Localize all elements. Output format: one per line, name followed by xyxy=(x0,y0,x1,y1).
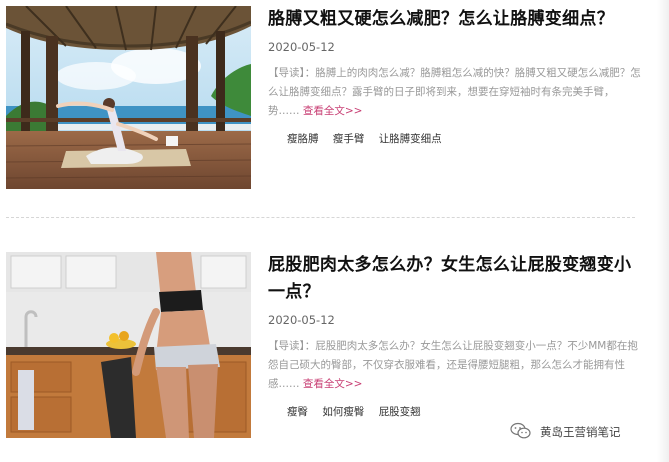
watermark: 黄岛王营销笔记 xyxy=(510,421,621,443)
article-summary-1: 【导读】：胳膊上的肉肉怎么减？胳膊粗怎么减的快？胳膊又粗又硬怎么减肥？怎么让胳膊… xyxy=(268,64,643,121)
page-edge-shadow xyxy=(657,0,669,462)
article-title-1[interactable]: 胳膊又粗又硬怎么减肥？怎么让胳膊变细点？ xyxy=(268,6,643,33)
article-title-2[interactable]: 屁股肥肉太多怎么办？女生怎么让屁股变翘变小一点？ xyxy=(268,252,643,306)
tag-link[interactable]: 瘦手臂 xyxy=(333,133,365,145)
read-more-link-1[interactable]: 查看全文>> xyxy=(303,105,363,117)
watermark-text: 黄岛王营销笔记 xyxy=(540,425,621,439)
tag-link[interactable]: 让胳膊变细点 xyxy=(379,133,442,145)
article-date-1: 2020-05-12 xyxy=(268,40,335,54)
article-divider xyxy=(6,217,635,218)
tag-link[interactable]: 瘦臀 xyxy=(287,406,308,418)
tag-link[interactable]: 瘦胳膊 xyxy=(287,133,319,145)
article-content-2: 屁股肥肉太多怎么办？女生怎么让屁股变翘变小一点？ 2020-05-12 【导读】… xyxy=(268,252,643,419)
kitchen-woman-image xyxy=(6,252,251,438)
read-more-link-2[interactable]: 查看全文>> xyxy=(303,378,363,390)
yoga-beach-image xyxy=(6,6,251,189)
article-thumbnail-1[interactable] xyxy=(6,6,251,189)
summary-lead: 【导读】： xyxy=(268,340,316,352)
article-date-2: 2020-05-12 xyxy=(268,313,335,327)
article-summary-2: 【导读】：屁股肥肉太多怎么办？女生怎么让屁股变翘变小一点？不少MM都在抱怨自己硕… xyxy=(268,337,643,394)
wechat-icon xyxy=(510,422,540,443)
article-thumbnail-2[interactable] xyxy=(6,252,251,438)
tag-link[interactable]: 如何瘦臀 xyxy=(322,406,364,418)
summary-lead: 【导读】： xyxy=(268,67,316,79)
article-content-1: 胳膊又粗又硬怎么减肥？怎么让胳膊变细点？ 2020-05-12 【导读】：胳膊上… xyxy=(268,6,643,146)
article-tags-1: 瘦胳膊 瘦手臂 让胳膊变细点 xyxy=(268,131,643,146)
article-tags-2: 瘦臀 如何瘦臀 屁股变翘 xyxy=(268,404,643,419)
tag-link[interactable]: 屁股变翘 xyxy=(379,406,421,418)
article-item-1: 胳膊又粗又硬怎么减肥？怎么让胳膊变细点？ 2020-05-12 【导读】：胳膊上… xyxy=(0,0,669,200)
